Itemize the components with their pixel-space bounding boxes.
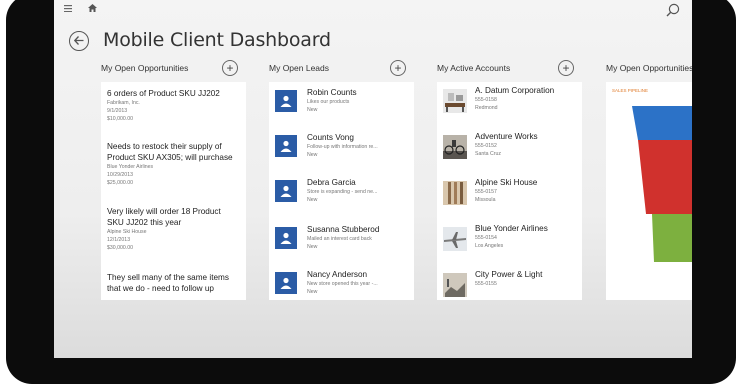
lead-status: New [307,107,318,113]
account-city: Missoula [475,197,496,203]
search-icon[interactable] [666,3,680,22]
add-opportunity-button[interactable]: + [222,60,238,76]
back-arrow-icon [73,36,84,45]
account-item[interactable]: Blue Yonder Airlines 555-0154 Los Angele… [443,224,579,256]
lead-name: Nancy Anderson [307,270,368,279]
lead-item[interactable]: Debra Garcia Store is expanding - send n… [275,178,411,208]
pipeline-header: My Open Opportunities [606,63,692,73]
lead-item[interactable]: Counts Vong Follow-up with information r… [275,133,411,163]
app-screen: Mobile Client Dashboard My Open Opportun… [54,0,692,358]
add-account-button[interactable]: + [558,60,574,76]
opportunity-date: 9/1/2013 [107,108,128,114]
account-phone: 555-0155 [475,281,497,287]
tablet-bezel: Mobile Client Dashboard My Open Opportun… [6,0,736,384]
opportunity-item[interactable]: Very likely will order 18 Product SKU JJ… [107,206,235,252]
opportunity-account: Blue Yonder Airlines [107,164,154,170]
funnel-segment-2 [652,214,692,262]
opportunities-header: My Open Opportunities [101,63,189,73]
account-photo-skis [443,181,467,205]
opportunity-item[interactable]: Needs to restock their supply of Product… [107,141,235,187]
account-phone: 555-0158 [475,97,497,103]
opportunity-value: $25,000.00 [107,180,133,186]
account-name: Blue Yonder Airlines [475,224,548,233]
lead-person-icon [275,272,297,294]
lead-name: Robin Counts [307,88,357,97]
leads-header: My Open Leads [269,63,330,73]
opportunity-title: Very likely will order 18 Product SKU JJ… [107,207,221,227]
lead-description: Mailed an interest card back [307,236,372,242]
lead-item[interactable]: Susanna Stubberod Mailed an interest car… [275,225,411,255]
account-photo-airplane [443,227,467,251]
accounts-header: My Active Accounts [437,63,511,73]
home-icon[interactable] [88,3,97,15]
account-phone: 555-0152 [475,143,497,149]
account-city: Redmond [475,105,498,111]
add-circle-icon: + [394,61,402,75]
account-item[interactable]: Adventure Works 555-0152 Santa Cruz [443,132,579,164]
opportunity-value: $30,000.00 [107,245,133,251]
menu-icon[interactable] [64,3,72,15]
account-item[interactable]: A. Datum Corporation 555-0158 Redmond [443,86,579,118]
funnel-chart [632,106,692,262]
opportunity-title: They sell many of the same items that we… [107,273,229,293]
add-lead-button[interactable]: + [390,60,406,76]
lead-person-icon [275,180,297,202]
account-item[interactable]: Alpine Ski House 555-0157 Missoula [443,178,579,210]
lead-person-icon [275,90,297,112]
lead-description: Store is expanding - send ne... [307,189,378,195]
lead-status: New [307,197,318,203]
funnel-segment-1 [638,140,692,214]
account-item[interactable]: City Power & Light 555-0155 [443,270,579,300]
account-name: A. Datum Corporation [475,86,555,95]
account-city: Santa Cruz [475,151,501,157]
opportunity-title: 6 orders of Product SKU JJ202 [107,89,220,98]
lead-name: Debra Garcia [307,178,356,187]
top-app-bar [54,0,692,28]
back-button[interactable] [69,31,89,51]
account-phone: 555-0154 [475,235,497,241]
lead-name: Counts Vong [307,133,354,142]
account-city: Los Angeles [475,243,504,249]
opportunity-value: $10,000.00 [107,116,133,122]
lead-person-icon [275,227,297,249]
opportunity-item[interactable]: They sell many of the same items that we… [107,272,235,294]
lead-item[interactable]: Robin Counts Likes our products New [275,88,411,118]
add-circle-icon: + [226,61,234,75]
accounts-card: A. Datum Corporation 555-0158 Redmond Ad… [437,82,582,300]
lead-name: Susanna Stubberod [307,225,380,234]
pipeline-card[interactable]: SALES PIPELINE [606,82,692,300]
add-circle-icon: + [562,61,570,75]
opportunities-card: 6 orders of Product SKU JJ202 Fabrikam, … [101,82,246,300]
lead-person-icon [275,135,297,157]
funnel-segment-0 [632,106,692,140]
opportunity-item[interactable]: 6 orders of Product SKU JJ202 Fabrikam, … [107,88,235,123]
page-title: Mobile Client Dashboard [103,29,331,51]
lead-description: Likes our products [307,99,350,105]
opportunity-title: Needs to restock their supply of Product… [107,142,233,162]
account-name: Alpine Ski House [475,178,538,187]
account-photo-office [443,89,467,113]
account-name: Adventure Works [475,132,538,141]
opportunity-date: 10/29/2013 [107,172,133,178]
lead-status: New [307,244,318,250]
account-name: City Power & Light [475,270,543,279]
opportunity-account: Alpine Ski House [107,229,147,235]
opportunity-account: Fabrikam, Inc. [107,100,140,106]
lead-status: New [307,289,318,295]
account-photo-cycling [443,135,467,159]
lead-description: New store opened this year -... [307,281,378,287]
account-phone: 555-0157 [475,189,497,195]
lead-item[interactable]: Nancy Anderson New store opened this yea… [275,270,411,300]
lead-status: New [307,152,318,158]
account-photo-powerplant [443,273,467,297]
leads-card: Robin Counts Likes our products New Coun… [269,82,414,300]
lead-description: Follow-up with information re... [307,144,378,150]
opportunity-date: 12/1/2013 [107,237,131,243]
